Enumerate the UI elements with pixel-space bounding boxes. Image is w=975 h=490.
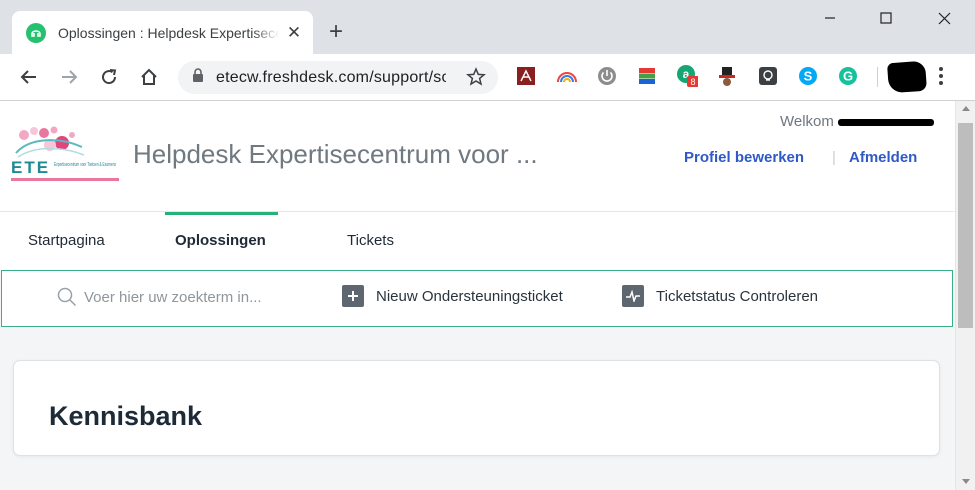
svg-text:G: G [843, 69, 853, 84]
extension-badge: 8 [690, 77, 695, 87]
address-bar[interactable]: etecw.freshdesk.com/support/solutions [178, 61, 498, 94]
power-icon[interactable] [596, 65, 618, 87]
tab-close-icon[interactable]: ✕ [285, 23, 303, 43]
active-tab-indicator [165, 212, 278, 215]
welcome-label: Welkom [780, 113, 834, 130]
tab-title: Oplossingen : Helpdesk Expertisecentrum … [58, 24, 280, 41]
skype-icon[interactable]: S [797, 65, 819, 87]
ticket-status-button[interactable]: Ticketstatus Controleren [622, 285, 818, 307]
ticket-status-label: Ticketstatus Controleren [656, 287, 819, 305]
layers-icon[interactable] [636, 65, 658, 87]
search-input[interactable]: Voer hier uw zoekterm in... [84, 289, 262, 306]
logo-subtext: Expertisecentrum voor Toetsen & Examens [54, 162, 116, 168]
scroll-down-icon[interactable] [962, 479, 970, 484]
link-separator: | [832, 149, 836, 166]
logout-link[interactable]: Afmelden [849, 149, 917, 166]
tab-startpagina[interactable]: Startpagina [28, 232, 105, 249]
more-menu-icon[interactable] [938, 65, 944, 92]
plus-icon [342, 285, 364, 307]
new-ticket-button[interactable]: Nieuw Ondersteuningsticket [342, 285, 563, 307]
page-viewport: ETE Expertisecentrum voor Toetsen & Exam… [0, 101, 955, 490]
toolbar-separator [877, 67, 878, 87]
browser-toolbar: etecw.freshdesk.com/support/solutions a8… [0, 54, 975, 101]
grammarly-badge-icon[interactable]: a8 [676, 65, 698, 87]
knowledge-base-card: Kennisbank [13, 360, 940, 456]
minimize-icon[interactable] [820, 8, 840, 28]
new-ticket-label: Nieuw Ondersteuningsticket [376, 287, 563, 305]
logo-text: ETE [11, 158, 50, 177]
redacted-username [837, 118, 934, 126]
hat-icon[interactable] [716, 65, 738, 87]
browser-titlebar: Oplossingen : Helpdesk Expertisecentrum … [0, 0, 975, 54]
ete-logo[interactable]: ETE Expertisecentrum voor Toetsen & Exam… [10, 123, 120, 185]
scrollbar-thumb[interactable] [958, 123, 973, 328]
lock-icon [192, 68, 204, 87]
forward-icon[interactable] [57, 65, 81, 89]
new-tab-icon[interactable]: + [329, 20, 343, 44]
main-nav: Startpagina Oplossingen Tickets [0, 212, 955, 270]
bookmark-star-icon[interactable] [466, 67, 486, 92]
pdf-icon[interactable] [515, 65, 537, 87]
grammarly-icon[interactable]: G [837, 65, 859, 87]
svg-text:S: S [804, 69, 813, 84]
browser-tab[interactable]: Oplossingen : Helpdesk Expertisecentrum … [12, 11, 313, 54]
back-icon[interactable] [17, 65, 41, 89]
rainbow-icon[interactable] [556, 65, 578, 87]
freshdesk-favicon-icon [26, 22, 46, 43]
site-title[interactable]: Helpdesk Expertisecentrum voor ... [133, 139, 538, 170]
home-icon[interactable] [137, 65, 161, 89]
profile-avatar[interactable] [886, 60, 928, 94]
page-scrollbar[interactable] [955, 101, 975, 490]
tab-tickets[interactable]: Tickets [347, 232, 394, 249]
edit-profile-link[interactable]: Profiel bewerken [684, 149, 804, 166]
tab-oplossingen[interactable]: Oplossingen [175, 232, 266, 249]
bulb-icon[interactable] [757, 65, 779, 87]
welcome-message: Welkom [780, 113, 934, 130]
window-close-icon[interactable] [934, 8, 954, 28]
pulse-icon [622, 285, 644, 307]
maximize-icon[interactable] [876, 8, 896, 28]
search-bar: Voer hier uw zoekterm in... Nieuw Onders… [1, 270, 953, 327]
search-icon [57, 287, 77, 312]
scroll-up-icon[interactable] [962, 106, 970, 111]
site-header: ETE Expertisecentrum voor Toetsen & Exam… [0, 101, 955, 212]
url-text: etecw.freshdesk.com/support/solutions [216, 68, 446, 86]
reload-icon[interactable] [97, 65, 121, 89]
section-title: Kennisbank [49, 401, 203, 431]
